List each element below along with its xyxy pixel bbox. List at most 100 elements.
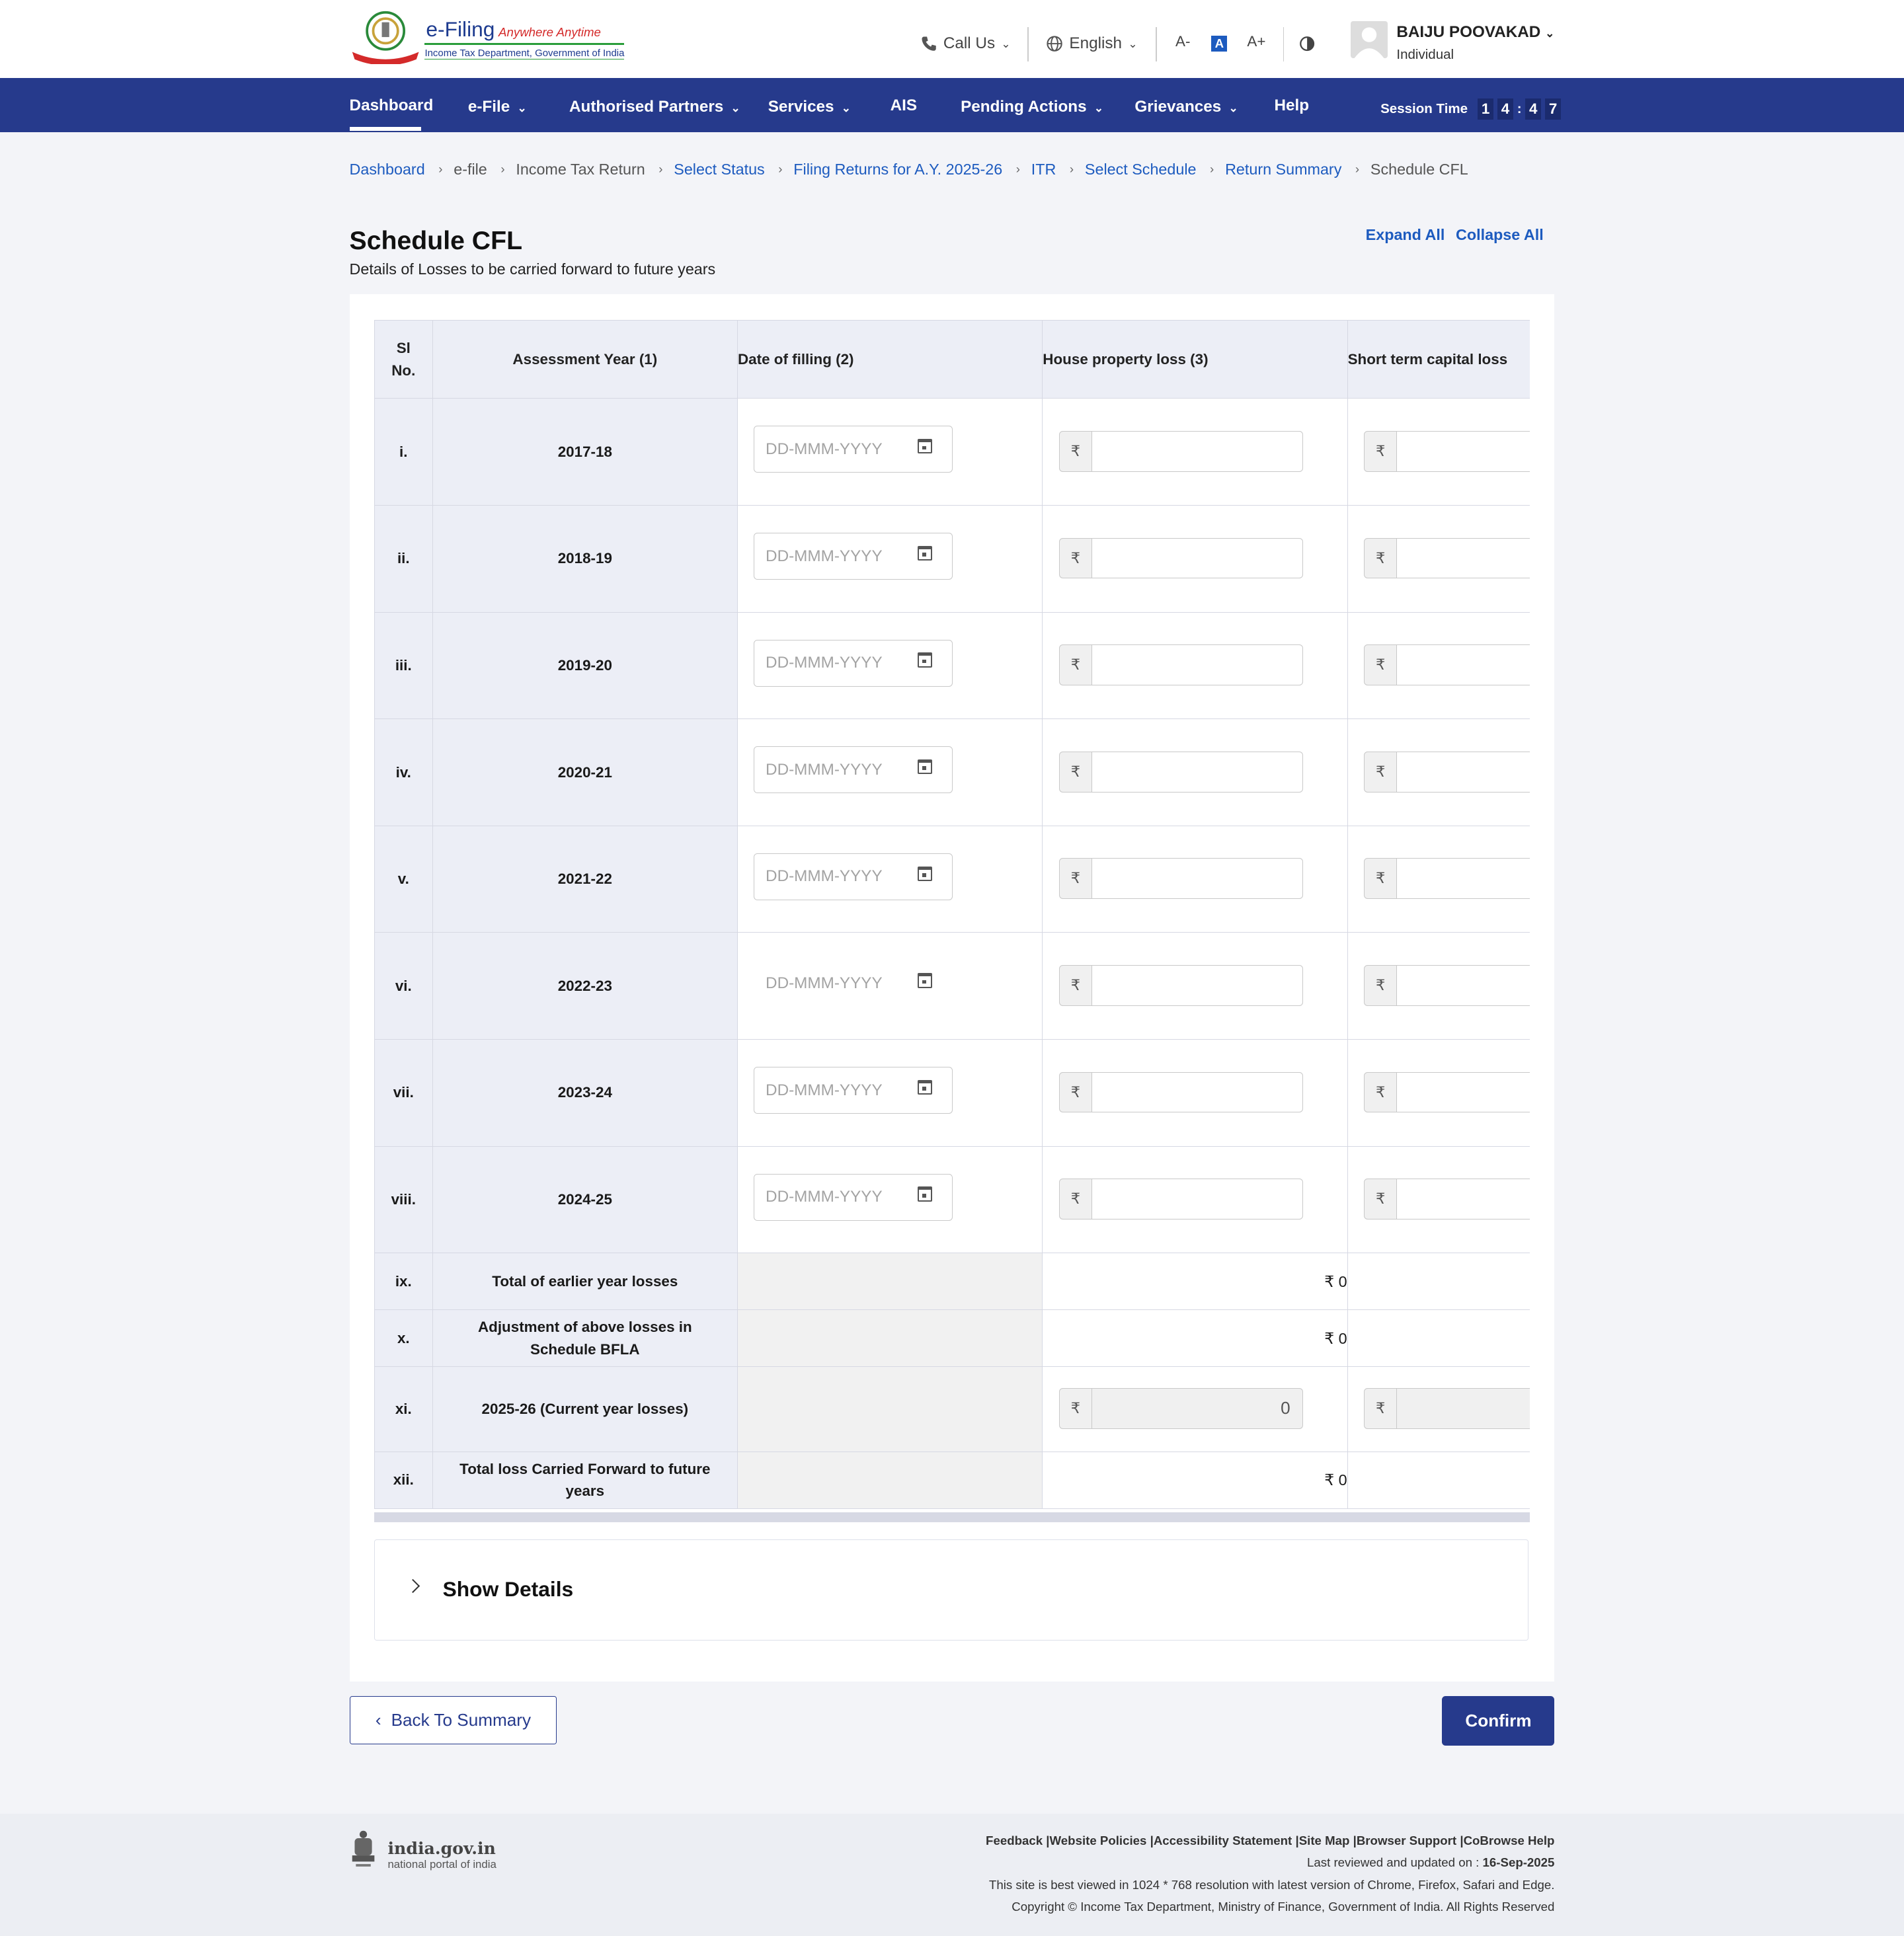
collapse-all-link[interactable]: Collapse All (1456, 226, 1544, 244)
font-increase-button[interactable]: A+ (1247, 33, 1265, 50)
house-property-loss-input[interactable]: ₹ (1058, 964, 1304, 1007)
footer-link-cobrowse-help[interactable]: CoBrowse Help (1464, 1834, 1555, 1847)
amount-field[interactable] (1397, 537, 1530, 579)
amount-field[interactable] (1397, 964, 1530, 1006)
calendar-icon[interactable] (917, 545, 933, 561)
font-decrease-button[interactable]: A- (1175, 33, 1190, 50)
footer-links: Feedback |Website Policies |Accessibilit… (986, 1833, 1555, 1847)
date-of-filling-input[interactable]: DD-MMM-YYYY (754, 853, 953, 900)
house-property-loss-input[interactable]: ₹ (1058, 751, 1304, 794)
user-icon (1354, 27, 1384, 58)
amount-field[interactable] (1092, 858, 1304, 900)
breadcrumb-select-schedule[interactable]: Select Schedule (1085, 161, 1197, 178)
horizontal-scrollbar[interactable] (374, 1512, 1530, 1522)
footer-link-feedback[interactable]: Feedback (986, 1834, 1043, 1847)
footer-link-browser-support[interactable]: Browser Support (1357, 1834, 1456, 1847)
breadcrumb-dashboard[interactable]: Dashboard (350, 161, 425, 178)
breadcrumb-itr[interactable]: ITR (1031, 161, 1056, 178)
amount-field[interactable] (1397, 1179, 1530, 1220)
avatar[interactable] (1351, 20, 1388, 58)
calendar-icon[interactable] (917, 759, 933, 775)
date-placeholder: DD-MMM-YYYY (766, 867, 883, 886)
house-property-loss-input[interactable]: ₹ (1058, 858, 1304, 900)
table-row: vii. 2023-24 DD-MMM-YYYY ₹ ₹ (374, 1039, 1530, 1147)
date-of-filling-input[interactable]: DD-MMM-YYYY (754, 1067, 953, 1114)
efiling-logo[interactable]: e-Filing Anywhere Anytime Income Tax Depa… (350, 10, 625, 67)
amount-field[interactable] (1397, 858, 1530, 900)
nav-efile[interactable]: e-File ⌄ (468, 98, 527, 116)
amount-field[interactable] (1092, 964, 1304, 1006)
date-of-filling-input[interactable]: DD-MMM-YYYY (754, 1173, 953, 1221)
breadcrumb-select-status[interactable]: Select Status (674, 161, 764, 178)
house-property-loss-input[interactable]: ₹ (1058, 1179, 1304, 1221)
date-of-filling-input[interactable]: DD-MMM-YYYY (754, 533, 953, 580)
breadcrumb-filing-returns[interactable]: Filing Returns for A.Y. 2025-26 (793, 161, 1002, 178)
short-term-capital-loss-input[interactable]: ₹ (1363, 1179, 1530, 1221)
language-dropdown[interactable]: English ⌄ (1046, 34, 1137, 53)
nav-dashboard[interactable]: Dashboard (350, 97, 434, 115)
confirm-button[interactable]: Confirm (1442, 1696, 1555, 1746)
short-term-capital-loss-input[interactable]: ₹ (1363, 858, 1530, 900)
expand-all-link[interactable]: Expand All (1366, 226, 1445, 244)
nav-help[interactable]: Help (1274, 97, 1309, 115)
amount-field[interactable] (1092, 430, 1304, 472)
nav-services[interactable]: Services ⌄ (768, 98, 851, 116)
house-property-loss-input[interactable]: ₹ (1058, 537, 1304, 580)
short-term-capital-loss-input[interactable]: ₹ (1363, 1071, 1530, 1114)
footer-link-website-policies[interactable]: Website Policies (1050, 1834, 1147, 1847)
nav-authorised-partners[interactable]: Authorised Partners ⌄ (569, 98, 740, 116)
calendar-icon[interactable] (917, 973, 933, 988)
contrast-icon[interactable] (1299, 36, 1315, 52)
date-of-filling-input[interactable]: DD-MMM-YYYY (754, 746, 953, 794)
user-menu[interactable]: BAIJU POOVAKAD ⌄ (1396, 23, 1554, 42)
amount-field[interactable] (1092, 537, 1304, 579)
show-details-label: Show Details (442, 1577, 574, 1602)
date-of-filling-input[interactable]: DD-MMM-YYYY (754, 426, 953, 473)
amount-field[interactable] (1092, 1179, 1304, 1220)
nav-grievances[interactable]: Grievances ⌄ (1134, 98, 1238, 116)
house-property-loss-input[interactable]: ₹ (1058, 644, 1304, 687)
back-to-summary-button[interactable]: ‹ Back To Summary (349, 1696, 557, 1745)
call-us-dropdown[interactable]: Call Us ⌄ (921, 34, 1011, 53)
calendar-icon[interactable] (917, 652, 933, 668)
session-colon: : (1517, 101, 1522, 117)
india-gov-logo-text[interactable]: india.gov.in (387, 1838, 495, 1858)
amount-field[interactable] (1397, 751, 1530, 793)
sl-no: viii. (374, 1145, 433, 1254)
amount-field[interactable] (1092, 1071, 1304, 1113)
house-property-cell: ₹ (1042, 611, 1348, 720)
nav-pending-actions[interactable]: Pending Actions ⌄ (961, 98, 1103, 116)
amount-field[interactable] (1397, 1071, 1530, 1113)
show-details-accordion[interactable]: Show Details (374, 1539, 1529, 1641)
font-normal-button[interactable]: A (1211, 36, 1228, 52)
amount-field[interactable] (1397, 430, 1530, 472)
rupee-icon: ₹ (1363, 1071, 1398, 1113)
breadcrumb-return-summary[interactable]: Return Summary (1225, 161, 1341, 178)
footer-copyright: Copyright © Income Tax Department, Minis… (1012, 1900, 1555, 1914)
short-term-capital-loss-input[interactable]: ₹ (1363, 537, 1530, 580)
table-scroll-area[interactable]: Sl No. Assessment Year (1) Date of filli… (374, 319, 1530, 1512)
calendar-icon[interactable] (917, 439, 933, 454)
table-row: x. Adjustment of above losses in Schedule… (374, 1309, 1530, 1368)
amount-field[interactable] (1092, 644, 1304, 685)
calendar-icon[interactable] (917, 866, 933, 881)
calendar-icon[interactable] (917, 1186, 933, 1202)
chevron-right-icon: › (1015, 162, 1020, 176)
house-property-loss-input[interactable]: ₹ (1058, 1071, 1304, 1114)
nav-ais[interactable]: AIS (891, 97, 917, 115)
chevron-down-icon: ⌄ (731, 101, 740, 114)
house-property-loss-input[interactable]: ₹ (1058, 430, 1304, 473)
sl-no: iv. (374, 718, 433, 826)
amount-field[interactable] (1397, 644, 1530, 685)
short-term-capital-loss-input[interactable]: ₹ (1363, 751, 1530, 794)
short-term-capital-loss-input[interactable]: ₹ (1363, 964, 1530, 1007)
date-of-filling-input[interactable]: DD-MMM-YYYY (754, 960, 953, 1007)
footer-link-site-map[interactable]: Site Map (1299, 1834, 1350, 1847)
footer-link-accessibility[interactable]: Accessibility Statement (1154, 1834, 1292, 1847)
date-of-filling-input[interactable]: DD-MMM-YYYY (754, 639, 953, 687)
amount-field[interactable] (1092, 751, 1304, 793)
divider (1156, 27, 1158, 62)
short-term-capital-loss-input[interactable]: ₹ (1363, 430, 1530, 473)
calendar-icon[interactable] (917, 1079, 933, 1095)
short-term-capital-loss-input[interactable]: ₹ (1363, 644, 1530, 687)
